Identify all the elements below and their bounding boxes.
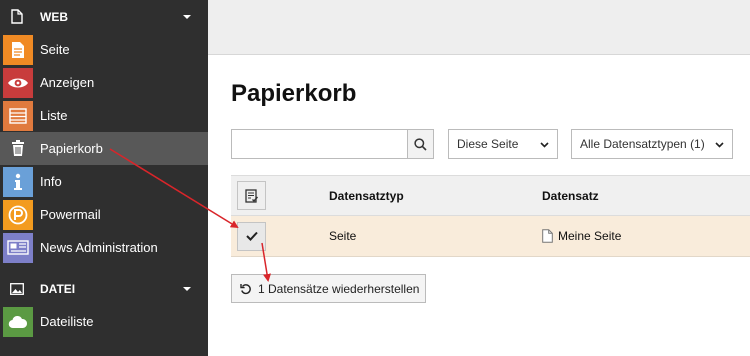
module-anzeigen-label: Anzeigen: [40, 75, 95, 90]
row-record[interactable]: Meine Seite: [542, 229, 750, 243]
record-type-select[interactable]: Alle Datensatztypen (1): [571, 129, 733, 159]
page-title: Papierkorb: [231, 80, 357, 107]
page-icon: [542, 229, 553, 243]
module-seite-label: Seite: [40, 42, 70, 57]
search-input[interactable]: [231, 129, 408, 159]
module-seite[interactable]: Seite: [0, 33, 208, 66]
chevron-down-icon: [540, 137, 549, 151]
info-icon: [3, 166, 33, 197]
row-record-type: Seite: [329, 229, 357, 243]
depth-select[interactable]: Diese Seite: [448, 129, 558, 159]
module-info[interactable]: Info: [0, 165, 208, 198]
powermail-icon: [3, 199, 33, 230]
collapse-caret-icon[interactable]: [183, 286, 191, 291]
check-icon: [245, 231, 258, 241]
module-dateiliste[interactable]: Dateiliste: [0, 305, 208, 338]
checklist-icon: [244, 188, 258, 203]
restore-button[interactable]: 1 Datensätze wiederherstellen: [231, 274, 427, 303]
module-papierkorb-label: Papierkorb: [40, 141, 103, 156]
depth-select-value: Diese Seite: [457, 137, 519, 151]
module-dateiliste-label: Dateiliste: [40, 314, 94, 329]
recycler-table: Datensatztyp Datensatz Seite Meine Seite: [231, 175, 750, 257]
module-papierkorb[interactable]: Papierkorb: [0, 132, 208, 165]
list-icon: [3, 100, 33, 131]
module-menu: WEB Seite Anzeigen Liste Papierkorb Info: [0, 0, 208, 356]
eye-icon: [3, 67, 33, 98]
restore-button-label: 1 Datensätze wiederherstellen: [258, 281, 420, 296]
image-icon: [10, 281, 24, 297]
page-icon: [3, 34, 33, 65]
module-powermail[interactable]: Powermail: [0, 198, 208, 231]
select-all-button[interactable]: [237, 181, 266, 210]
cloud-icon: [3, 306, 33, 337]
module-liste-label: Liste: [40, 108, 68, 123]
module-liste[interactable]: Liste: [0, 99, 208, 132]
group-web[interactable]: WEB: [0, 0, 208, 33]
search-icon: [414, 137, 427, 151]
document-icon: [10, 9, 24, 25]
module-info-label: Info: [40, 174, 62, 189]
trash-icon: [3, 134, 33, 164]
header-record-type[interactable]: Datensatztyp: [329, 189, 542, 203]
table-header: Datensatztyp Datensatz: [231, 175, 750, 216]
search-button[interactable]: [407, 129, 434, 159]
undo-icon: [240, 283, 251, 294]
group-datei-label: DATEI: [40, 281, 76, 296]
news-icon: [3, 232, 33, 263]
row-record-label: Meine Seite: [558, 229, 622, 243]
search-box: [231, 129, 434, 159]
table-row: Seite Meine Seite: [231, 216, 750, 257]
module-news-administration[interactable]: News Administration: [0, 231, 208, 264]
module-news-label: News Administration: [40, 240, 158, 255]
group-web-label: WEB: [40, 9, 68, 24]
header-record[interactable]: Datensatz: [542, 189, 750, 203]
chevron-down-icon: [715, 137, 724, 151]
module-powermail-label: Powermail: [40, 207, 101, 222]
group-datei[interactable]: DATEI: [0, 272, 208, 305]
collapse-caret-icon[interactable]: [183, 14, 191, 19]
docheader: [208, 0, 750, 55]
record-type-select-value: Alle Datensatztypen (1): [580, 137, 705, 151]
row-select-checkbox[interactable]: [237, 221, 266, 251]
module-anzeigen[interactable]: Anzeigen: [0, 66, 208, 99]
